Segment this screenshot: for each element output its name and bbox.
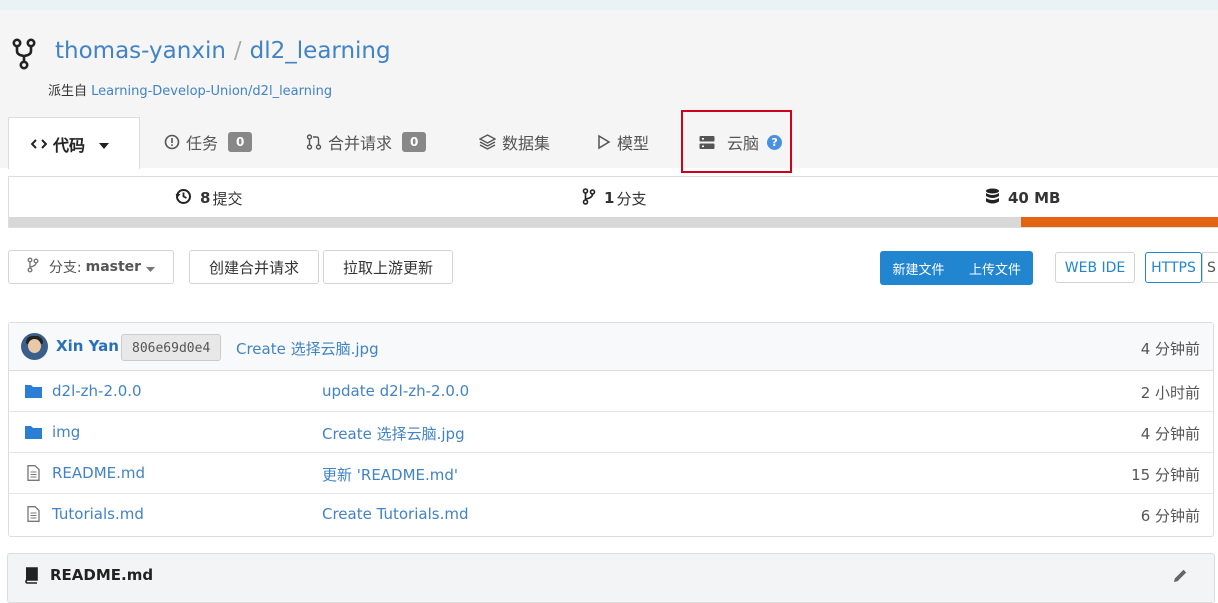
create-pull-request-button[interactable]: 创建合并请求 — [189, 250, 319, 284]
layers-icon — [479, 134, 496, 150]
tab-datasets[interactable]: 数据集 — [479, 117, 550, 167]
file-list: Xin Yan 806e69d0e4 Create 选择云脑.jpg 4 分钟前… — [8, 322, 1214, 537]
caret-down-icon — [146, 258, 156, 276]
tab-datasets-label: 数据集 — [502, 134, 551, 153]
file-commit-link[interactable]: Create Tutorials.md — [322, 505, 468, 523]
branch-label: 分支: — [48, 260, 82, 276]
tab-pull-requests-label: 合并请求 — [328, 134, 393, 153]
file-time: 6 分钟前 — [1140, 507, 1200, 525]
ssh-clone-button[interactable]: S — [1202, 252, 1218, 283]
avatar[interactable] — [21, 333, 48, 360]
code-icon — [31, 138, 47, 150]
branches-label: 分支 — [616, 189, 647, 208]
folder-icon — [25, 385, 42, 398]
repo-size: 40 MB — [1008, 189, 1061, 207]
caret-down-icon — [99, 134, 110, 153]
file-name-link[interactable]: README.md — [52, 464, 145, 482]
readme-title: README.md — [50, 566, 154, 584]
repo-owner-link[interactable]: thomas-yanxin — [55, 38, 226, 64]
tab-models[interactable]: 模型 — [597, 117, 649, 167]
database-icon — [985, 188, 1000, 209]
issue-icon — [164, 134, 180, 150]
commit-time: 4 分钟前 — [1140, 340, 1200, 358]
commit-sha-button[interactable]: 806e69d0e4 — [121, 334, 222, 361]
file-time: 15 分钟前 — [1131, 466, 1200, 484]
forked-from: 派生自 Learning-Develop-Union/d2l_learning — [48, 83, 332, 101]
forked-source-link[interactable]: Learning-Develop-Union/d2l_learning — [91, 84, 332, 99]
tab-issues-label: 任务 — [186, 134, 219, 153]
issues-count-badge: 0 — [228, 132, 253, 152]
fork-icon — [12, 38, 36, 70]
commits-stat[interactable]: 8 提交 — [175, 177, 242, 219]
tab-code[interactable]: 代码 — [8, 117, 140, 169]
latest-commit-row: Xin Yan 806e69d0e4 Create 选择云脑.jpg 4 分钟前 — [9, 323, 1213, 371]
web-ide-button[interactable]: WEB IDE — [1055, 252, 1135, 283]
top-strip — [0, 0, 1218, 10]
file-name-link[interactable]: img — [52, 423, 80, 441]
tab-issues[interactable]: 任务 0 — [164, 117, 253, 167]
file-commit-link[interactable]: 更新 'README.md' — [322, 464, 458, 485]
file-time: 2 小时前 — [1140, 384, 1200, 402]
repo-stats-bar: 8 提交 1 分支 40 MB — [8, 176, 1218, 228]
tab-pull-requests[interactable]: 合并请求 0 — [306, 117, 427, 167]
file-commit-link[interactable]: update d2l-zh-2.0.0 — [322, 382, 469, 400]
file-icon — [27, 506, 40, 522]
language-bar — [9, 217, 1218, 227]
file-commit-link[interactable]: Create 选择云脑.jpg — [322, 423, 465, 444]
edit-pencil-icon[interactable] — [1173, 568, 1188, 583]
tab-models-label: 模型 — [617, 134, 650, 153]
table-row: img Create 选择云脑.jpg 4 分钟前 — [9, 412, 1213, 453]
tab-code-label: 代码 — [53, 135, 86, 155]
play-icon — [597, 134, 611, 150]
commit-message-link[interactable]: Create 选择云脑.jpg — [236, 338, 379, 359]
branch-value: master — [85, 259, 142, 275]
pull-requests-count-badge: 0 — [402, 132, 427, 152]
upload-file-button[interactable]: 上传文件 — [957, 251, 1033, 285]
highlight-annotation-box — [681, 110, 792, 173]
commits-count: 8 — [200, 189, 211, 207]
file-name-link[interactable]: d2l-zh-2.0.0 — [52, 382, 142, 400]
branch-icon — [582, 187, 596, 209]
size-stat: 40 MB — [985, 177, 1062, 219]
commits-label: 提交 — [212, 189, 243, 208]
file-name-link[interactable]: Tutorials.md — [52, 505, 144, 523]
pull-request-icon — [306, 134, 322, 150]
file-icon — [27, 465, 40, 481]
branches-stat[interactable]: 1 分支 — [582, 177, 646, 219]
new-file-button[interactable]: 新建文件 — [880, 251, 957, 285]
folder-icon — [25, 426, 42, 439]
repo-title: thomas-yanxin / dl2_learning — [55, 36, 391, 66]
file-time: 4 分钟前 — [1140, 425, 1200, 443]
branch-selector[interactable]: 分支: master — [8, 250, 174, 284]
https-clone-button[interactable]: HTTPS — [1145, 252, 1202, 283]
title-separator: / — [233, 38, 242, 64]
table-row: README.md 更新 'README.md' 15 分钟前 — [9, 453, 1213, 494]
language-bar-segment — [1021, 217, 1218, 227]
forked-label: 派生自 — [48, 84, 88, 99]
repo-name-link[interactable]: dl2_learning — [250, 38, 391, 64]
table-row: Tutorials.md Create Tutorials.md 6 分钟前 — [9, 494, 1213, 535]
branch-icon — [27, 257, 39, 277]
branches-count: 1 — [604, 189, 615, 207]
pull-upstream-button[interactable]: 拉取上游更新 — [323, 250, 453, 284]
commit-author-link[interactable]: Xin Yan — [56, 337, 119, 355]
table-row: d2l-zh-2.0.0 update d2l-zh-2.0.0 2 小时前 — [9, 371, 1213, 412]
book-icon — [25, 567, 38, 584]
history-icon — [175, 188, 192, 209]
